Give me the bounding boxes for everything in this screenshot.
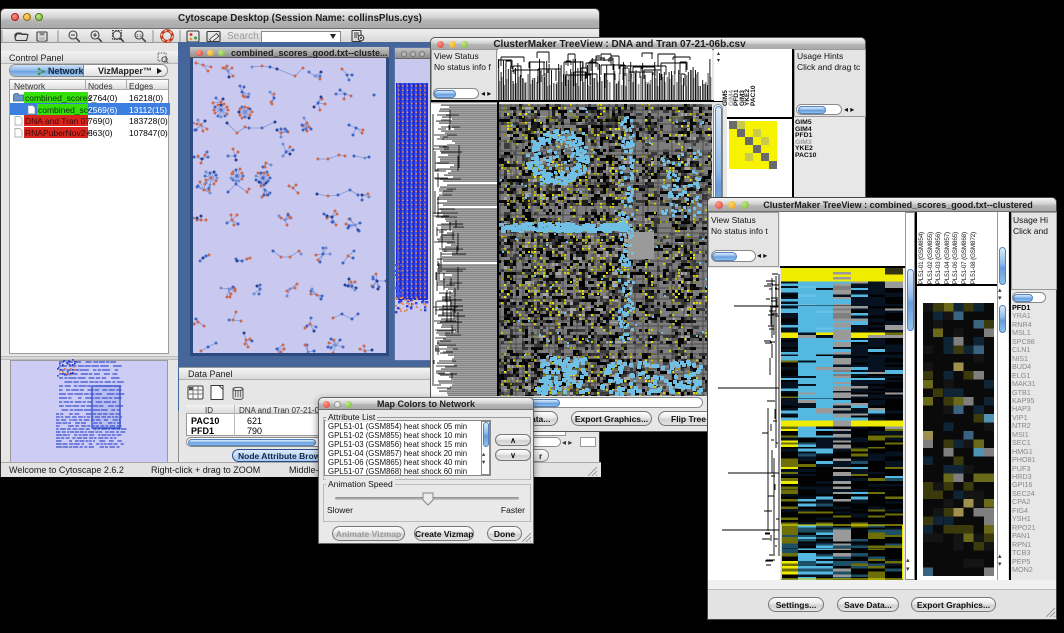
svg-text:1:1: 1:1 (136, 33, 143, 38)
